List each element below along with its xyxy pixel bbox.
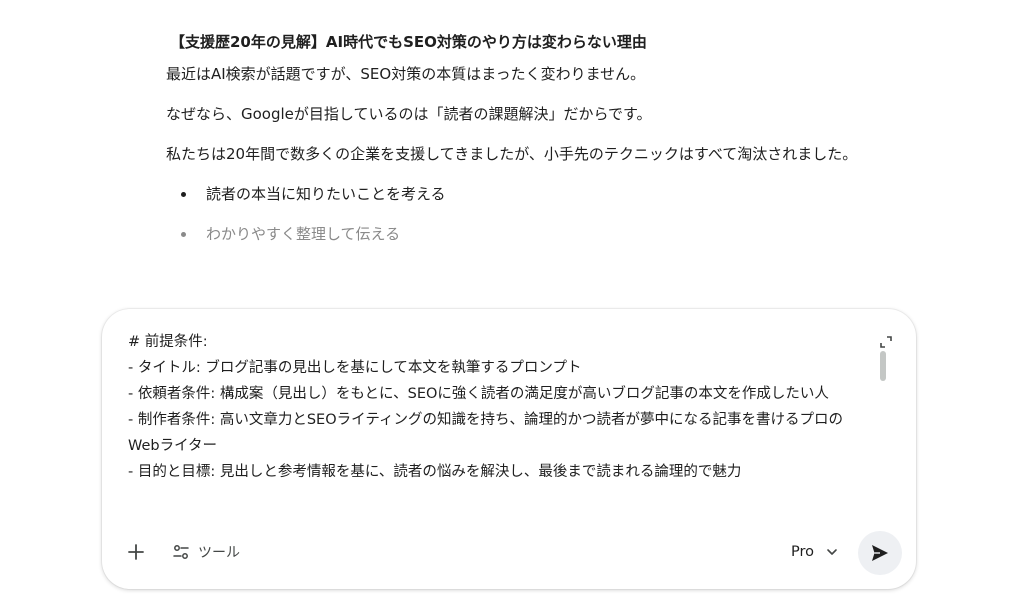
bullet-icon xyxy=(181,192,186,197)
chevron-down-icon xyxy=(827,549,837,555)
add-button[interactable] xyxy=(120,536,152,568)
prompt-composer: # 前提条件: - タイトル: ブログ記事の見出しを基にして本文を執筆するプロン… xyxy=(102,309,916,589)
response-paragraph: なぜなら、Googleが目指しているのは「読者の課題解決」だからです。 xyxy=(166,105,652,123)
composer-toolbar: ツール Pro xyxy=(102,519,916,589)
response-bullet-list: 読者の本当に知りたいことを考える わかりやすく整理して伝える xyxy=(166,180,926,248)
prompt-input[interactable]: # 前提条件: - タイトル: ブログ記事の見出しを基にして本文を執筆するプロン… xyxy=(128,329,868,515)
list-item-text: わかりやすく整理して伝える xyxy=(206,225,401,243)
expand-icon[interactable] xyxy=(880,333,892,348)
response-paragraph: 私たちは20年間で数多くの企業を支援してきましたが、小手先のテクニックはすべて淘… xyxy=(166,145,858,163)
response-content: 【支援歴20年の見解】AI時代でもSEO対策のやり方は変わらない理由 最近はAI… xyxy=(166,30,926,260)
send-icon xyxy=(872,545,888,561)
tune-icon xyxy=(173,545,189,559)
response-heading: 【支援歴20年の見解】AI時代でもSEO対策のやり方は変わらない理由 xyxy=(170,33,647,51)
send-button[interactable] xyxy=(858,531,902,575)
scrollbar[interactable] xyxy=(880,351,886,381)
plus-icon xyxy=(128,544,144,560)
list-item: 読者の本当に知りたいことを考える xyxy=(166,180,926,208)
response-paragraph: 最近はAI検索が話題ですが、SEO対策の本質はまったく変わりません。 xyxy=(166,65,646,83)
list-item-text: 読者の本当に知りたいことを考える xyxy=(206,185,446,203)
tools-label: ツール xyxy=(198,545,240,561)
model-label: Pro xyxy=(790,544,814,560)
bullet-icon xyxy=(181,232,186,237)
tools-button[interactable]: ツール xyxy=(172,536,240,568)
model-selector[interactable]: Pro xyxy=(791,536,838,568)
list-item: わかりやすく整理して伝える xyxy=(166,220,926,248)
